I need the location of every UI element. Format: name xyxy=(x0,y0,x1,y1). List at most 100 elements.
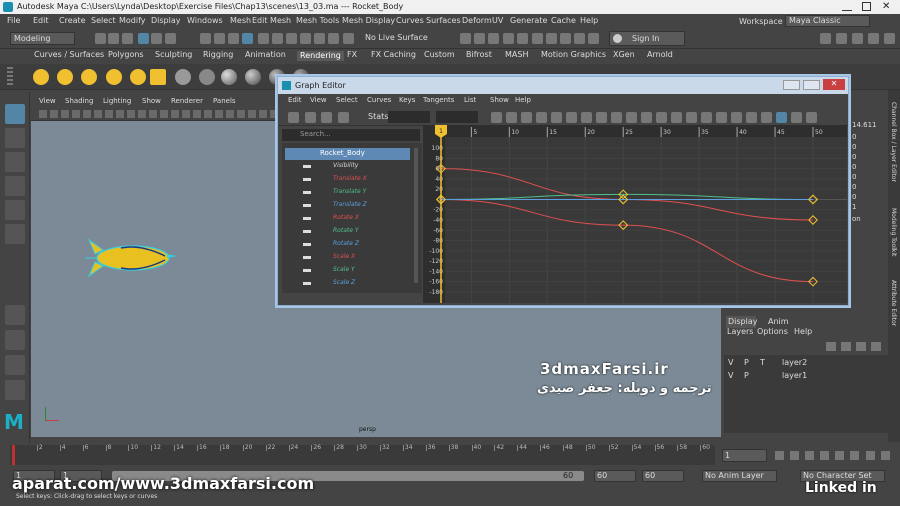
ge-tangent-icon[interactable] xyxy=(776,112,787,123)
ge-tangent-icon[interactable] xyxy=(731,112,742,123)
workspace-dropdown[interactable]: Maya Classic xyxy=(785,15,870,27)
ge-tangent-icon[interactable] xyxy=(701,112,712,123)
point-light-icon[interactable] xyxy=(81,69,97,85)
layers-menu[interactable]: Layers xyxy=(727,328,753,336)
layer-action-icon[interactable] xyxy=(871,342,881,351)
close-icon[interactable]: ✕ xyxy=(882,2,890,12)
options-menu[interactable]: Options xyxy=(757,328,788,336)
blinn-sphere-icon[interactable] xyxy=(245,69,261,85)
outliner-channel-row[interactable]: Scale X xyxy=(285,252,410,264)
outliner-channel-row[interactable]: Rotate Z xyxy=(285,239,410,251)
viewport-toolbar-icon[interactable] xyxy=(39,110,47,118)
menu-create[interactable]: Create xyxy=(59,17,86,25)
graph-layout-icon[interactable] xyxy=(5,380,25,400)
menu-edit[interactable]: Edit xyxy=(33,17,49,25)
toolbar-icon[interactable] xyxy=(300,33,311,44)
render-icon[interactable] xyxy=(199,69,215,85)
outliner-channel-row[interactable]: Translate Y xyxy=(285,187,410,199)
viewport-toolbar-icon[interactable] xyxy=(127,110,135,118)
viewport-toolbar-icon[interactable] xyxy=(105,110,113,118)
menu-curves[interactable]: Curves xyxy=(396,17,424,25)
toolbar-icon[interactable] xyxy=(95,33,106,44)
toolbar-icon[interactable] xyxy=(272,33,283,44)
help-menu[interactable]: Help xyxy=(794,328,812,336)
shelf-tab-fx-caching[interactable]: FX Caching xyxy=(371,51,416,59)
shelf-tab-animation[interactable]: Animation xyxy=(245,51,286,59)
toolbar-icon[interactable] xyxy=(314,33,325,44)
shelf-tab-fx[interactable]: FX xyxy=(347,51,357,59)
panel-icon[interactable] xyxy=(852,33,863,44)
side-tab-modeling-toolkit[interactable]: Modeling Toolkit xyxy=(890,208,897,256)
toolbar-icon[interactable] xyxy=(343,33,354,44)
ge-tangent-icon[interactable] xyxy=(656,112,667,123)
menu-mesh-display[interactable]: Mesh Display xyxy=(342,17,395,25)
toolbar-icon[interactable] xyxy=(214,33,225,44)
outliner-channel-row[interactable]: Visibility xyxy=(285,161,410,173)
stats-field-time[interactable] xyxy=(388,111,430,123)
mode-dropdown[interactable]: Modeling xyxy=(10,32,75,45)
shelf-tab-rendering[interactable]: Rendering xyxy=(297,51,344,61)
ge-toolbar-icon[interactable] xyxy=(321,112,332,123)
viewport-menu-panels[interactable]: Panels xyxy=(213,98,236,105)
outliner-channel-row[interactable]: Scale Y xyxy=(285,265,410,277)
playback-icon[interactable] xyxy=(835,451,844,460)
ge-tangent-icon[interactable] xyxy=(761,112,772,123)
toolbar-icon[interactable] xyxy=(328,33,339,44)
toolbar-icon[interactable] xyxy=(474,33,485,44)
ge-tangent-icon[interactable] xyxy=(491,112,502,123)
minimize-icon[interactable] xyxy=(842,2,852,11)
menu-surfaces[interactable]: Surfaces xyxy=(426,17,461,25)
shelf-tab-xgen[interactable]: XGen xyxy=(613,51,635,59)
camera-icon[interactable] xyxy=(175,69,191,85)
ge-toolbar-icon[interactable] xyxy=(305,112,316,123)
toolbar-icon[interactable] xyxy=(503,33,514,44)
rocket-model[interactable] xyxy=(81,234,181,279)
panel-icon[interactable] xyxy=(884,33,895,44)
viewport-toolbar-icon[interactable] xyxy=(204,110,212,118)
toolbar-icon[interactable] xyxy=(517,33,528,44)
time-cursor[interactable] xyxy=(12,445,15,465)
ge-menu-edit[interactable]: Edit xyxy=(288,97,302,104)
ge-tangent-icon[interactable] xyxy=(746,112,757,123)
menu-file[interactable]: File xyxy=(7,17,20,25)
viewport-toolbar-icon[interactable] xyxy=(50,110,58,118)
toolbar-icon[interactable] xyxy=(532,33,543,44)
ge-tangent-icon[interactable] xyxy=(716,112,727,123)
ge-tangent-icon[interactable] xyxy=(566,112,577,123)
shelf-tab-arnold[interactable]: Arnold xyxy=(647,51,673,59)
viewport-toolbar-icon[interactable] xyxy=(182,110,190,118)
graph-editor-titlebar[interactable]: Graph Editor ✕ xyxy=(278,77,848,94)
ge-toolbar-icon[interactable] xyxy=(338,112,349,123)
outliner-channel-row[interactable]: Rotate Y xyxy=(285,226,410,238)
toolbar-icon[interactable] xyxy=(122,33,133,44)
toolbar-icon[interactable] xyxy=(560,33,571,44)
ge-menu-keys[interactable]: Keys xyxy=(399,97,415,104)
layer-row[interactable]: V P T layer2 xyxy=(724,357,888,370)
shelf-tab-rigging[interactable]: Rigging xyxy=(203,51,233,59)
ge-menu-list[interactable]: List xyxy=(464,97,476,104)
outliner-scrollbar[interactable] xyxy=(414,148,418,283)
area-light-icon[interactable] xyxy=(106,69,122,85)
menu-deform[interactable]: Deform xyxy=(462,17,492,25)
rotate-tool-icon[interactable] xyxy=(5,200,25,220)
spot-light-icon[interactable] xyxy=(57,69,73,85)
ge-tangent-icon[interactable] xyxy=(611,112,622,123)
ge-tangent-icon[interactable] xyxy=(686,112,697,123)
layer-action-icon[interactable] xyxy=(841,342,851,351)
ge-tangent-icon[interactable] xyxy=(626,112,637,123)
light-icon[interactable] xyxy=(33,69,49,85)
toolbar-icon[interactable] xyxy=(228,33,239,44)
shelf-tab-sculpting[interactable]: Sculpting xyxy=(155,51,192,59)
playback-icon[interactable] xyxy=(805,451,814,460)
four-pane-icon[interactable] xyxy=(5,330,25,350)
volume-light-icon[interactable] xyxy=(130,69,146,85)
anim-layer-dropdown[interactable]: No Anim Layer xyxy=(702,470,777,482)
viewport-toolbar-icon[interactable] xyxy=(248,110,256,118)
toolbar-icon[interactable] xyxy=(488,33,499,44)
ge-tangent-icon[interactable] xyxy=(791,112,802,123)
ge-tangent-icon[interactable] xyxy=(596,112,607,123)
viewport-toolbar-icon[interactable] xyxy=(138,110,146,118)
layer-action-icon[interactable] xyxy=(856,342,866,351)
menu-generate[interactable]: Generate xyxy=(510,17,547,25)
maximize-icon[interactable] xyxy=(862,2,871,11)
